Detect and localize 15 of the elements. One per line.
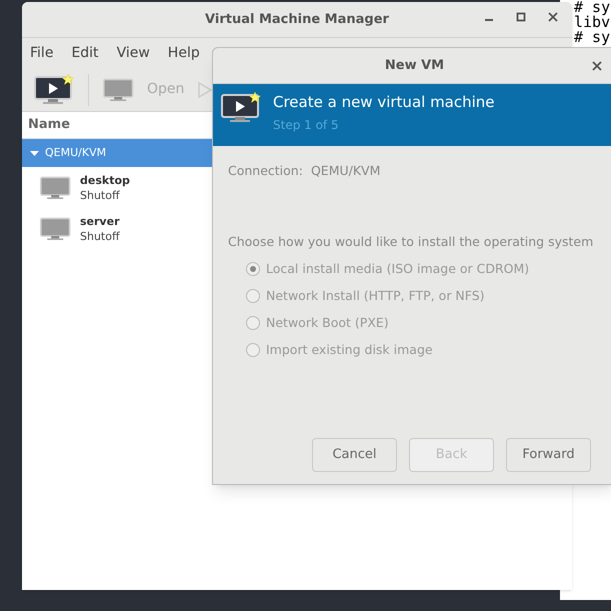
connection-value: QEMU/KVM	[310, 162, 380, 180]
column-header: Name	[28, 116, 70, 134]
install-prompt: Choose how you would like to install the operating system	[228, 232, 594, 251]
vm-name: desktop	[80, 172, 130, 188]
connection-label: Connection:	[228, 162, 303, 180]
dialog-title: New VM	[384, 56, 444, 75]
terminal-line: # sy	[574, 0, 611, 15]
step-indicator: Step 1 of 5	[273, 117, 340, 134]
terminal-line: # sy	[574, 30, 611, 45]
vm-name: server	[80, 214, 120, 228]
banner-heading: Create a new virtual machine	[273, 92, 495, 112]
terminal-line: libv	[574, 15, 611, 30]
window-title: Virtual Machine Manager	[205, 10, 389, 29]
vm-status: Shutoff	[80, 228, 120, 244]
vm-status: Shutoff	[80, 188, 121, 202]
